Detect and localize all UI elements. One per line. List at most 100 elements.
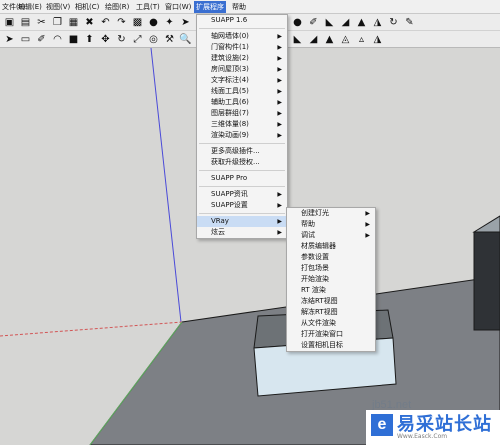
redo-icon[interactable]: ↷ bbox=[114, 15, 129, 30]
menu-extensions[interactable]: 扩展程序 bbox=[194, 1, 226, 13]
block-right-top bbox=[472, 215, 500, 233]
rectangle-icon[interactable]: ■ bbox=[66, 32, 81, 47]
pencil-tool-icon[interactable]: ✎ bbox=[402, 15, 417, 30]
axis-blue bbox=[150, 48, 182, 323]
vray-menu-item[interactable]: 从文件渲染 bbox=[287, 318, 375, 329]
extensions-menu-item[interactable]: 房间屋顶(3) ▶ bbox=[197, 64, 287, 75]
extensions-menu-item[interactable]: SUAPP资讯 ▶ bbox=[197, 189, 287, 200]
tape-measure-icon[interactable]: ⚒ bbox=[162, 32, 177, 47]
submenu-arrow-icon: ▶ bbox=[277, 132, 282, 139]
light-icon[interactable]: ✦ bbox=[162, 15, 177, 30]
pencil-tool-icon[interactable]: ✐ bbox=[306, 15, 321, 30]
vray-menu-item[interactable]: 冻结RT视图 bbox=[287, 296, 375, 307]
menu-tools[interactable]: 工具(T) bbox=[134, 1, 162, 13]
info-icon[interactable]: ● bbox=[146, 15, 161, 30]
extensions-menu-item-label: 渲染动画(9) bbox=[211, 131, 249, 139]
menu-edit[interactable]: 编辑(E) bbox=[16, 1, 44, 13]
vray-menu-item[interactable]: 参数设置 bbox=[287, 252, 375, 263]
extensions-menu-item[interactable]: 门窗构件(1) ▶ bbox=[197, 42, 287, 53]
offset-icon[interactable]: ◎ bbox=[146, 32, 161, 47]
vray-menu-item[interactable]: 打开渲染窗口 bbox=[287, 329, 375, 340]
pencil-icon[interactable]: ✐ bbox=[34, 32, 49, 47]
extensions-menu-item-label: 三维体量(8) bbox=[211, 120, 249, 128]
watermark-logo-icon: e bbox=[371, 414, 393, 436]
vray-menu-item-label: 创建灯光 bbox=[301, 209, 329, 217]
extensions-menu-item-label: 轴网墙体(0) bbox=[211, 32, 249, 40]
vray-menu-item[interactable]: 设置相机目标 bbox=[287, 340, 375, 351]
extensions-menu-item-label: SUAPP Pro bbox=[211, 174, 248, 182]
extensions-menu-item[interactable]: 建筑设施(2) ▶ bbox=[197, 53, 287, 64]
extensions-menu-item[interactable]: 炫云 ▶ bbox=[197, 227, 287, 238]
vray-menu-item-label: 设置相机目标 bbox=[301, 341, 343, 349]
vray-menu-item[interactable]: RT 渲染 bbox=[287, 285, 375, 296]
shape-icon[interactable]: ◣ bbox=[290, 32, 305, 47]
shape-icon[interactable]: ▲ bbox=[354, 15, 369, 30]
copy-icon[interactable]: ❐ bbox=[50, 15, 65, 30]
vray-menu-item-label: 打开渲染窗口 bbox=[301, 330, 343, 338]
extensions-menu-item[interactable]: 文字标注(4) ▶ bbox=[197, 75, 287, 86]
extensions-menu-item-label: 线面工具(5) bbox=[211, 87, 249, 95]
open-icon[interactable]: ▣ bbox=[2, 15, 17, 30]
vray-menu-item-label: 开始渲染 bbox=[301, 275, 329, 283]
menu-camera[interactable]: 相机(C) bbox=[73, 1, 101, 13]
menu-view[interactable]: 视图(V) bbox=[44, 1, 72, 13]
shape-icon[interactable]: ◢ bbox=[306, 32, 321, 47]
extensions-menu-item[interactable]: SUAPP设置 ▶ bbox=[197, 200, 287, 211]
move-icon[interactable]: ✥ bbox=[98, 32, 113, 47]
block-right-front bbox=[473, 231, 500, 331]
submenu-arrow-icon: ▶ bbox=[277, 66, 282, 73]
scale-icon[interactable]: ⤢ bbox=[130, 32, 145, 47]
extensions-menu-item[interactable]: SUAPP Pro bbox=[197, 173, 287, 184]
extensions-menu-item[interactable]: 辅助工具(6) ▶ bbox=[197, 97, 287, 108]
menu-draw[interactable]: 绘图(R) bbox=[103, 1, 131, 13]
vray-menu-item[interactable]: 材质编辑器 bbox=[287, 241, 375, 252]
vray-menu-item[interactable]: 打包场景 bbox=[287, 263, 375, 274]
extensions-menu-item-label: 文字标注(4) bbox=[211, 76, 249, 84]
submenu-arrow-icon: ▶ bbox=[277, 121, 282, 128]
print-icon[interactable]: ▩ bbox=[130, 15, 145, 30]
vray-menu-item-label: 参数设置 bbox=[301, 253, 329, 261]
eraser-icon[interactable]: ▭ bbox=[18, 32, 33, 47]
vray-menu-item[interactable]: 开始渲染 bbox=[287, 274, 375, 285]
vray-menu-item[interactable]: 帮助 ▶ bbox=[287, 219, 375, 230]
extensions-menu-item[interactable]: 更多高级插件... bbox=[197, 146, 287, 157]
submenu-arrow-icon: ▶ bbox=[277, 44, 282, 51]
shape-icon[interactable]: ▵ bbox=[354, 32, 369, 47]
extensions-menu-item-label: VRay bbox=[211, 217, 229, 225]
shape-icon[interactable]: ◢ bbox=[338, 15, 353, 30]
save-icon[interactable]: ▤ bbox=[18, 15, 33, 30]
extensions-menu-item[interactable]: 线面工具(5) ▶ bbox=[197, 86, 287, 97]
extensions-menu-item[interactable]: 三维体量(8) ▶ bbox=[197, 119, 287, 130]
shape-icon[interactable]: ◮ bbox=[370, 32, 385, 47]
rotate-icon[interactable]: ↻ bbox=[114, 32, 129, 47]
menu-window[interactable]: 窗口(W) bbox=[163, 1, 193, 13]
arrow-icon[interactable]: ➤ bbox=[178, 15, 193, 30]
extensions-menu-item[interactable]: 获取升级授权... bbox=[197, 157, 287, 168]
rotate-icon[interactable]: ↻ bbox=[386, 15, 401, 30]
undo-icon[interactable]: ↶ bbox=[98, 15, 113, 30]
paste-icon[interactable]: ▦ bbox=[66, 15, 81, 30]
menu-separator bbox=[199, 143, 285, 144]
extensions-menu-item[interactable]: SUAPP 1.6 bbox=[197, 15, 287, 26]
shape-icon[interactable]: ▲ bbox=[322, 32, 337, 47]
push-pull-icon[interactable]: ⬆ bbox=[82, 32, 97, 47]
zoom-icon[interactable]: 🔍 bbox=[178, 32, 193, 47]
extensions-menu-item[interactable]: 渲染动画(9) ▶ bbox=[197, 130, 287, 141]
delete-icon[interactable]: ✖ bbox=[82, 15, 97, 30]
menu-help[interactable]: 帮助 bbox=[230, 1, 248, 13]
extensions-menu-item[interactable]: 图层群组(7) ▶ bbox=[197, 108, 287, 119]
submenu-arrow-icon: ▶ bbox=[277, 218, 282, 225]
extensions-menu-item[interactable]: 轴网墙体(0) ▶ bbox=[197, 31, 287, 42]
select-icon[interactable]: ➤ bbox=[2, 32, 17, 47]
vray-menu-item[interactable]: 创建灯光 ▶ bbox=[287, 208, 375, 219]
extensions-menu: SUAPP 1.6 轴网墙体(0) ▶ 门窗构件(1) ▶ 建筑设施(2) ▶ 房间屋顶(3)… bbox=[196, 14, 288, 239]
shape-icon[interactable]: ◬ bbox=[338, 32, 353, 47]
extensions-menu-item[interactable]: VRay ▶ bbox=[197, 216, 287, 227]
sphere-icon[interactable]: ● bbox=[290, 15, 305, 30]
vray-menu-item[interactable]: 调试 ▶ bbox=[287, 230, 375, 241]
cut-icon[interactable]: ✂ bbox=[34, 15, 49, 30]
shape-icon[interactable]: ◣ bbox=[322, 15, 337, 30]
arc-icon[interactable]: ◠ bbox=[50, 32, 65, 47]
vray-menu-item[interactable]: 解冻RT视图 bbox=[287, 307, 375, 318]
shape-icon[interactable]: ◮ bbox=[370, 15, 385, 30]
